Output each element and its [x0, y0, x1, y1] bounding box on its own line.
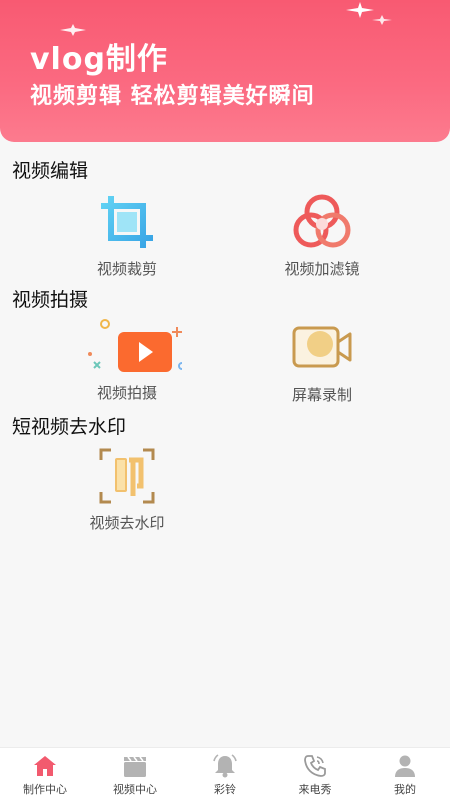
tool-remove-watermark[interactable]: 视频去水印: [57, 446, 197, 533]
sparkle-icon: [346, 2, 374, 18]
tab-caller-show[interactable]: 来电秀: [270, 748, 360, 800]
tab-ringtone[interactable]: 彩铃: [180, 748, 270, 800]
tab-label: 彩铃: [214, 783, 236, 796]
section-title-video-edit: 视频编辑: [12, 160, 89, 182]
tab-video-center[interactable]: 视频中心: [90, 748, 180, 800]
tool-label: 视频拍摄: [96, 384, 157, 402]
tab-mine[interactable]: 我的: [360, 748, 450, 800]
tool-label: 视频裁剪: [96, 260, 157, 278]
section-title-remove-watermark: 短视频去水印: [12, 416, 127, 438]
app-subtitle: 视频剪辑 轻松剪辑美好瞬间: [30, 84, 315, 109]
header-banner: vlog制作 视频剪辑 轻松剪辑美好瞬间: [0, 0, 450, 142]
tool-label: 屏幕录制: [291, 386, 352, 404]
section-title-video-shoot: 视频拍摄: [12, 289, 89, 311]
tool-label: 视频去水印: [89, 514, 165, 532]
screen-record-icon: [290, 318, 354, 382]
tab-production-center[interactable]: 制作中心: [0, 748, 90, 800]
tool-screen-record[interactable]: 屏幕录制: [252, 318, 392, 405]
bell-icon: [212, 753, 238, 779]
home-icon: [32, 753, 58, 779]
app-title: vlog制作: [30, 42, 168, 77]
phone-icon: [302, 753, 328, 779]
crop-icon: [95, 192, 159, 256]
sparkle-icon: [372, 15, 392, 25]
tool-video-shoot[interactable]: 视频拍摄: [57, 318, 197, 403]
tool-video-filter[interactable]: 视频加滤镜: [252, 192, 392, 279]
video-play-icon: [72, 318, 186, 380]
bottom-tab-bar: 制作中心 视频中心 彩铃 来电秀 我的: [0, 747, 450, 800]
watermark-stamp-icon: [95, 446, 159, 510]
tool-label: 视频加滤镜: [284, 260, 360, 278]
tab-label: 视频中心: [113, 783, 157, 796]
filter-icon: [290, 192, 354, 256]
tab-label: 制作中心: [23, 783, 67, 796]
tab-label: 来电秀: [298, 783, 332, 796]
tab-label: 我的: [394, 783, 416, 796]
tool-video-crop[interactable]: 视频裁剪: [57, 192, 197, 279]
user-icon: [392, 753, 418, 779]
clapperboard-icon: [122, 753, 148, 779]
